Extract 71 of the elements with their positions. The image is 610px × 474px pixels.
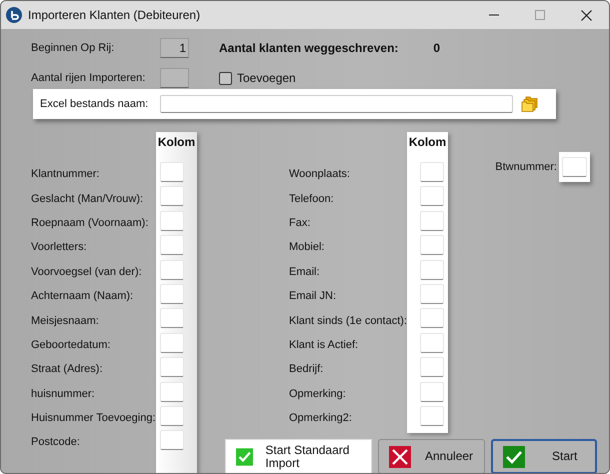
column-field[interactable] [160, 235, 184, 256]
field-label: Fax: [289, 216, 310, 229]
column-field[interactable] [420, 235, 444, 256]
field-label: Aantal klanten weggeschreven: [219, 41, 398, 55]
field-label: Bedrijf: [289, 363, 324, 376]
maximize-icon [535, 10, 545, 20]
column-field[interactable] [160, 260, 184, 280]
field-label: Achternaam (Naam): [31, 290, 134, 302]
column-field[interactable] [160, 210, 184, 231]
column-header: Kolom [408, 134, 448, 151]
column-field[interactable] [160, 406, 184, 426]
start-button[interactable]: Start [491, 439, 597, 473]
folders-icon [521, 96, 539, 112]
app-logo-icon [6, 7, 22, 23]
cancel-button[interactable]: Annuleer [378, 439, 485, 473]
number-field[interactable]: 1 [160, 38, 189, 58]
column-field[interactable] [420, 162, 444, 182]
field-label: Straat (Adres): [31, 363, 103, 376]
window-title: Importeren Klanten (Debiteuren) [28, 8, 200, 22]
checkbox[interactable] [219, 72, 232, 84]
close-icon [580, 10, 592, 20]
field-label: Voorletters: [31, 241, 87, 254]
field-label: Geboortedatum: [31, 338, 110, 351]
count-value: 0 [433, 41, 440, 55]
field-label: Postcode: [31, 436, 80, 448]
field-label: Klantnummer: [31, 168, 100, 180]
number-field[interactable] [160, 68, 189, 88]
column-header: Kolom [156, 134, 196, 151]
field-label: Woonplaats: [289, 168, 350, 180]
field-label: Email: [289, 266, 320, 278]
field-label: Roepnaam (Voornaam): [31, 216, 148, 229]
column-field[interactable] [160, 186, 184, 206]
column-field[interactable] [420, 406, 444, 426]
column-field[interactable] [420, 308, 444, 328]
cross-icon [389, 446, 411, 468]
column-field[interactable] [160, 357, 184, 378]
column-field[interactable] [160, 382, 184, 402]
column-field[interactable] [160, 430, 184, 450]
column-field[interactable] [420, 210, 444, 231]
column-field[interactable] [160, 332, 184, 353]
field-label: Klant sinds (1e contact): [289, 314, 407, 327]
field-label: Voorvoegsel (van der): [31, 266, 142, 278]
field-label: Meisjesnaam: [31, 314, 99, 327]
column-field[interactable] [160, 308, 184, 328]
column-field[interactable] [420, 260, 444, 280]
field-label: Btwnummer: [495, 161, 557, 173]
checkmark-icon [503, 446, 525, 468]
column-field[interactable] [420, 332, 444, 353]
field-label: Telefoon: [289, 192, 334, 205]
field-label: Email JN: [289, 290, 336, 302]
column-field[interactable] [160, 162, 184, 182]
field-label: Opmerking2: [289, 412, 352, 424]
column-field[interactable] [420, 357, 444, 378]
field-label: Klant is Actief: [289, 338, 358, 351]
import-button[interactable]: Start Standaard Import [225, 439, 372, 473]
column-field[interactable] [420, 284, 444, 304]
field-label: huisnummer: [31, 388, 95, 400]
field-label: Mobiel: [289, 241, 324, 254]
column-field[interactable] [160, 284, 184, 304]
field-label: Beginnen Op Rij: [31, 42, 116, 54]
field-label: Aantal rijen Importeren: [31, 72, 146, 84]
field-label: Excel bestands naam: [40, 98, 150, 110]
column-field[interactable] [420, 186, 444, 206]
field-label: Geslacht (Man/Vrouw): [31, 192, 144, 205]
vat-field[interactable] [562, 157, 587, 177]
checkmark-icon [236, 446, 254, 467]
field-label: Opmerking: [289, 388, 346, 400]
column-field[interactable] [420, 382, 444, 402]
checkbox-label: Toevoegen [237, 71, 296, 85]
field-label: Huisnummer Toevoeging: [31, 412, 156, 424]
file-path-field[interactable] [160, 95, 513, 113]
